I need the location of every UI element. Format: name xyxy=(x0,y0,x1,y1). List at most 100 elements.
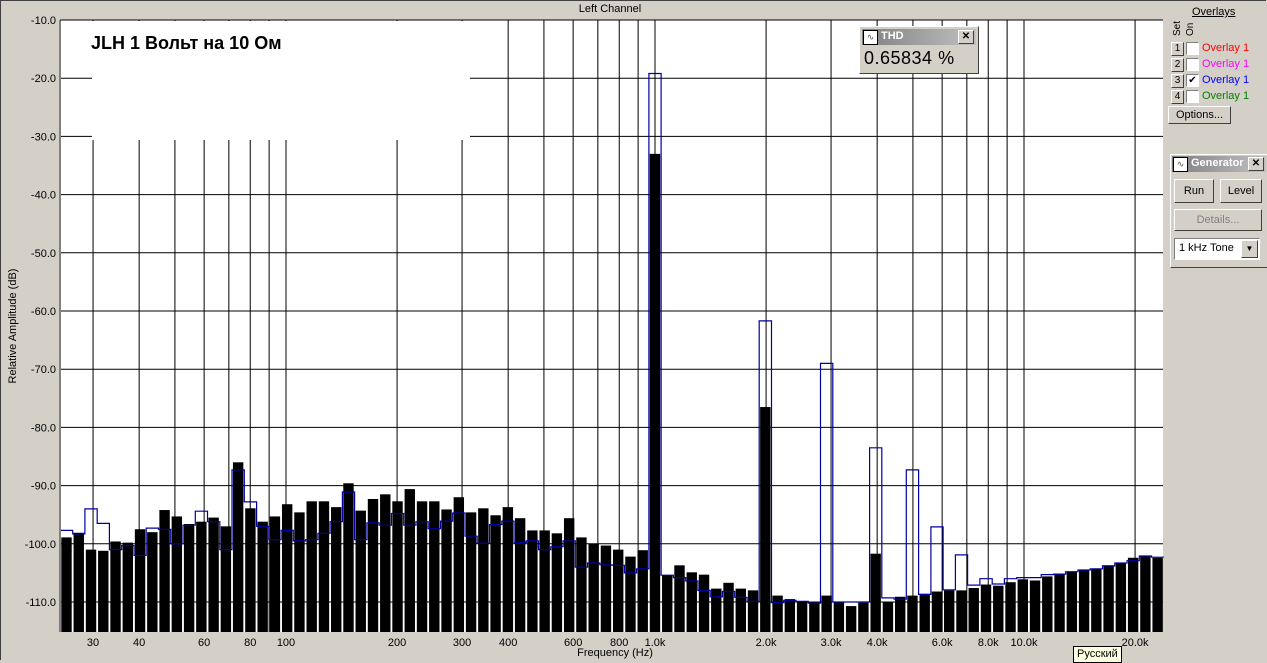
spectrum-bar xyxy=(134,529,146,632)
spectrum-bar xyxy=(944,590,955,632)
generator-title: Generator xyxy=(1191,157,1244,169)
thd-value: 0.65834 % xyxy=(864,48,955,68)
spectrum-bar xyxy=(809,602,820,632)
spectrum-bar xyxy=(1127,557,1139,632)
overlay-set-button[interactable]: 2 xyxy=(1171,58,1184,72)
spectrum-bar xyxy=(576,537,587,632)
overlay-checkbox[interactable] xyxy=(1186,90,1199,103)
spectrum-bar xyxy=(698,574,710,632)
y-tick-label: -90.0 xyxy=(31,481,56,493)
overlay-checkbox[interactable] xyxy=(1186,42,1199,55)
y-axis-label: Relative Amplitude (dB) xyxy=(7,268,19,384)
spectrum-bar xyxy=(183,524,195,632)
spectrum-bar xyxy=(613,549,624,632)
spectrum-bar xyxy=(882,602,894,632)
spectrum-bar xyxy=(796,601,808,632)
spectrum-bar xyxy=(931,591,943,632)
generator-window[interactable]: ∿ Generator ✕ Run Level Details... 1 kHz… xyxy=(1170,154,1267,268)
spectrum-bar xyxy=(894,596,906,632)
spectrum-bar xyxy=(196,521,207,632)
spectrum-bar xyxy=(478,508,489,632)
spectrum-bar xyxy=(539,530,550,632)
overlay-checkbox[interactable] xyxy=(1186,58,1199,71)
y-tick-label: -10.0 xyxy=(31,15,56,27)
spectrum-bar xyxy=(674,565,685,632)
spectrum-bar xyxy=(429,501,440,632)
spectrum-bar xyxy=(711,588,722,632)
spectrum-bar xyxy=(760,407,771,632)
x-tick-label: 8.0k xyxy=(978,637,999,649)
y-tick-label: -40.0 xyxy=(31,190,56,202)
spectrum-bar xyxy=(220,526,232,632)
spectrum-bar xyxy=(649,153,661,633)
spectrum-bar xyxy=(343,483,354,632)
overlay-set-button[interactable]: 1 xyxy=(1171,42,1184,56)
overlay-name: Overlay 1 xyxy=(1202,42,1250,54)
spectrum-bar xyxy=(232,462,244,632)
overlay-checkbox[interactable]: ✔ xyxy=(1186,74,1199,87)
spectrum-bar xyxy=(1152,557,1163,632)
details-button[interactable]: Details... xyxy=(1174,209,1262,231)
spectrum-bar xyxy=(1054,574,1065,632)
tone-select[interactable]: 1 kHz Tone ▼ xyxy=(1174,238,1260,260)
spectrum-bar xyxy=(380,494,391,632)
spectrum-bar xyxy=(858,602,869,632)
spectrum-bar xyxy=(1091,568,1102,632)
thd-title: THD xyxy=(881,30,904,42)
y-tick-label: -60.0 xyxy=(31,306,56,318)
annotation-text: JLH 1 Вольт на 10 Ом xyxy=(91,33,282,53)
spectrum-bar xyxy=(980,584,992,632)
x-tick-label: 40 xyxy=(133,637,145,649)
x-tick-label: 10.0k xyxy=(1011,637,1038,649)
x-tick-label: 4.0k xyxy=(867,637,888,649)
overlay-set-button[interactable]: 4 xyxy=(1171,90,1184,104)
spectrum-bar xyxy=(147,532,158,632)
y-tick-label: -20.0 xyxy=(31,73,56,85)
y-tick-label: -80.0 xyxy=(31,422,56,434)
y-tick-label: -50.0 xyxy=(31,248,56,260)
spectrum-bar xyxy=(404,489,415,632)
x-tick-label: 100 xyxy=(277,637,295,649)
chevron-down-icon[interactable]: ▼ xyxy=(1241,240,1258,258)
run-button[interactable]: Run xyxy=(1174,179,1214,203)
x-tick-label: 200 xyxy=(388,637,406,649)
thd-close-button[interactable]: ✕ xyxy=(958,30,974,44)
spectrum-bar xyxy=(159,510,170,632)
language-tooltip: Русский xyxy=(1073,646,1122,663)
spectrum-bar xyxy=(73,532,84,632)
spectrum-bar xyxy=(171,516,183,632)
x-tick-label: 60 xyxy=(198,637,210,649)
spectrum-bar xyxy=(625,556,636,632)
spectrum-bar xyxy=(1005,582,1016,632)
spectrum-bar xyxy=(1017,579,1028,632)
spectrum-bar xyxy=(723,582,734,632)
spectrum-bar xyxy=(122,542,133,632)
spectrum-bar xyxy=(1029,580,1041,632)
spectrum-bar xyxy=(441,509,452,632)
spectrum-bar xyxy=(208,517,219,632)
thd-window[interactable]: ∿ THD ✕ 0.65834 % xyxy=(859,26,979,74)
y-tick-label: -70.0 xyxy=(31,364,56,376)
overlays-title: Overlays xyxy=(1192,6,1236,18)
spectrum-bar xyxy=(392,501,403,632)
spectrum-bar xyxy=(551,533,563,632)
y-tick-label: -30.0 xyxy=(31,131,56,143)
thd-titlebar[interactable]: ∿ THD ✕ xyxy=(862,29,976,45)
spectrum-bar xyxy=(367,498,379,632)
spectrum-bar xyxy=(956,590,967,632)
x-tick-label: 3.0k xyxy=(821,637,842,649)
options-button[interactable]: Options... xyxy=(1168,106,1231,124)
spectrum-bar xyxy=(833,602,845,632)
overlay-name: Overlay 1 xyxy=(1202,90,1250,102)
overlay-set-button[interactable]: 3 xyxy=(1171,74,1184,88)
spectrum-bar xyxy=(1115,563,1127,632)
generator-close-button[interactable]: ✕ xyxy=(1248,157,1264,171)
spectrum-bar xyxy=(1078,569,1090,632)
spectrum-bar xyxy=(772,595,783,632)
level-button[interactable]: Level xyxy=(1220,179,1262,203)
overlay-name: Overlay 1 xyxy=(1202,58,1250,70)
spectrum-bar xyxy=(563,518,575,632)
spectrum-bar xyxy=(257,521,268,632)
spectrum-bar xyxy=(907,595,918,632)
generator-titlebar[interactable]: ∿ Generator ✕ xyxy=(1172,156,1266,172)
